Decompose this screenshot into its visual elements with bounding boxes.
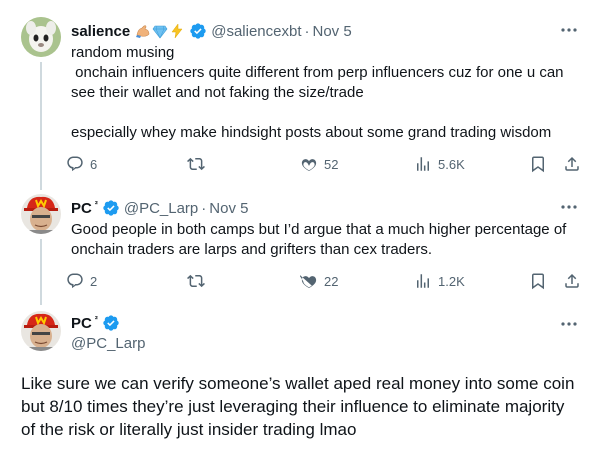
like-button[interactable]: 22: [300, 272, 338, 290]
tweet-actions: 6 52 5.6K: [66, 154, 586, 174]
avatar-pc-larp[interactable]: [21, 194, 61, 234]
views-icon: [417, 157, 429, 171]
reply-icon: [67, 156, 83, 172]
heart-icon: [300, 275, 317, 289]
reply-count: 2: [90, 273, 98, 289]
tweet-pc-larp-reply[interactable]: PC ² @PC_Larp · Nov 5 Good people in both…: [0, 190, 597, 305]
name-superscript: ²: [94, 199, 98, 209]
tweet-thread: salience @saliencexbt · Nov 5 random mus…: [0, 0, 597, 457]
author-handle[interactable]: @PC_Larp: [124, 200, 198, 217]
name-emojis: [135, 23, 185, 39]
views-button[interactable]: 1.2K: [414, 272, 465, 290]
views-count: 1.2K: [438, 273, 465, 289]
separator-dot: ·: [304, 22, 310, 40]
thread-connector-line: [40, 62, 42, 190]
more-options-icon[interactable]: [558, 315, 580, 333]
retweet-icon: [187, 157, 205, 171]
tweet-timestamp[interactable]: Nov 5: [209, 200, 248, 217]
share-button[interactable]: [563, 272, 581, 290]
gem-icon: [152, 25, 168, 39]
bookmark-button[interactable]: [529, 155, 547, 173]
main-tweet-author: PC ²: [71, 313, 120, 333]
like-count: 52: [324, 156, 339, 172]
retweet-button[interactable]: [187, 155, 211, 173]
like-button[interactable]: 52: [300, 155, 338, 173]
share-icon: [565, 273, 579, 288]
author-name[interactable]: PC ²: [71, 199, 98, 217]
author-name[interactable]: PC ²: [71, 314, 98, 332]
views-icon: [417, 274, 429, 288]
main-tweet-text: Like sure we can verify someone’s wallet…: [21, 374, 575, 439]
author-name[interactable]: salience: [71, 23, 130, 40]
verified-badge-icon: [189, 22, 207, 40]
reply-icon: [67, 273, 83, 289]
heart-icon: [301, 159, 317, 172]
share-button[interactable]: [563, 155, 581, 173]
tweet-text: Good people in both camps but I’d argue …: [71, 221, 571, 258]
more-options-icon[interactable]: [558, 198, 580, 216]
more-options-icon[interactable]: [558, 21, 580, 39]
tweet-header: salience @saliencexbt · Nov 5: [71, 21, 352, 41]
reply-button[interactable]: 2: [66, 272, 97, 290]
reply-count: 6: [90, 156, 98, 172]
main-tweet-handle[interactable]: @PC_Larp: [71, 335, 145, 352]
like-count: 22: [324, 273, 339, 289]
bookmark-icon: [532, 156, 544, 173]
share-icon: [565, 156, 579, 171]
tweet-header: PC ² @PC_Larp · Nov 5: [71, 198, 248, 218]
tweet-actions: 2 22 1.2K: [66, 271, 586, 291]
flexed-biceps-emoji-icon: [136, 25, 150, 38]
bookmark-icon: [532, 273, 544, 290]
tweet-timestamp[interactable]: Nov 5: [313, 23, 352, 40]
tweet-text: random musing onchain influencers quite …: [71, 44, 564, 141]
views-count: 5.6K: [438, 156, 465, 172]
separator-dot: ·: [201, 199, 207, 217]
tweet-salience[interactable]: salience @saliencexbt · Nov 5 random mus…: [0, 0, 597, 190]
bookmark-button[interactable]: [529, 272, 547, 290]
name-superscript: ²: [94, 314, 98, 324]
retweet-button[interactable]: [187, 272, 211, 290]
views-button[interactable]: 5.6K: [414, 155, 465, 173]
verified-badge-icon: [102, 314, 120, 332]
verified-badge-icon: [102, 199, 120, 217]
author-handle[interactable]: @saliencexbt: [211, 23, 301, 40]
avatar-salience[interactable]: [21, 17, 61, 57]
avatar-pc-larp-main[interactable]: [21, 311, 61, 351]
retweet-icon: [187, 274, 205, 288]
lightning-icon: [171, 23, 183, 39]
thread-connector-line: [40, 239, 42, 305]
reply-button[interactable]: 6: [66, 155, 97, 173]
